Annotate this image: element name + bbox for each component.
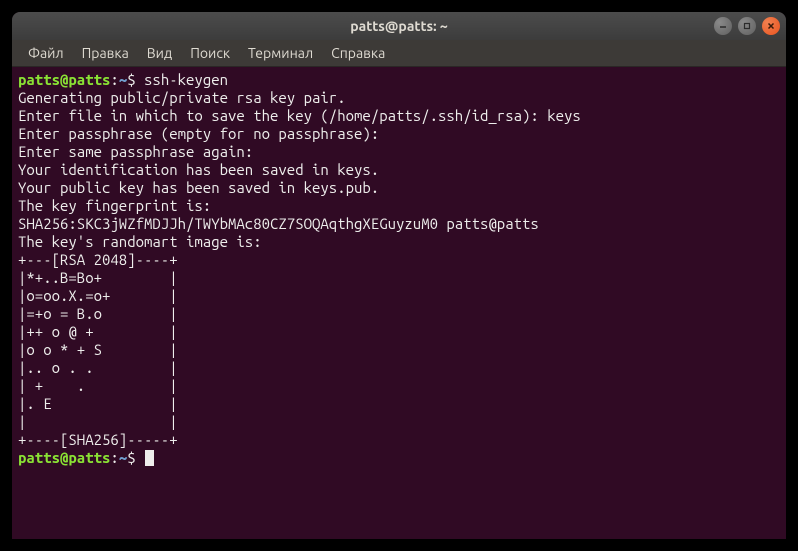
menu-help[interactable]: Справка bbox=[323, 41, 393, 65]
terminal-window: patts@patts: ~ Файл Правка Вид Поиск Тер… bbox=[12, 12, 786, 539]
output-line: Your public key has been saved in keys.p… bbox=[18, 179, 379, 196]
minimize-button[interactable] bbox=[714, 17, 732, 35]
window-controls bbox=[714, 17, 780, 35]
output-line: The key's randomart image is: bbox=[18, 233, 262, 250]
output-line: |o=oo.X.=o+ | bbox=[18, 287, 178, 304]
output-line: +----[SHA256]-----+ bbox=[18, 431, 178, 448]
terminal-body[interactable]: patts@patts:~$ ssh-keygen Generating pub… bbox=[12, 67, 786, 539]
menu-file[interactable]: Файл bbox=[20, 41, 72, 65]
output-line: |*+..B=Bo+ | bbox=[18, 269, 178, 286]
menu-search[interactable]: Поиск bbox=[182, 41, 238, 65]
output-line: Enter same passphrase again: bbox=[18, 143, 253, 160]
close-icon bbox=[767, 22, 775, 30]
minimize-icon bbox=[719, 22, 727, 30]
window-title: patts@patts: ~ bbox=[350, 18, 448, 34]
menu-view[interactable]: Вид bbox=[139, 41, 180, 65]
output-line: Generating public/private rsa key pair. bbox=[18, 89, 346, 106]
menubar: Файл Правка Вид Поиск Терминал Справка bbox=[12, 40, 786, 67]
command-text: ssh-keygen bbox=[144, 71, 228, 88]
output-line: +---[RSA 2048]----+ bbox=[18, 251, 178, 268]
prompt-sep: : bbox=[110, 71, 118, 88]
prompt-path: ~ bbox=[119, 449, 127, 466]
output-line: |o o * + S | bbox=[18, 341, 178, 358]
prompt-user: patts@patts bbox=[18, 449, 110, 466]
output-line: Enter file in which to save the key (/ho… bbox=[18, 107, 581, 124]
prompt-sep: : bbox=[110, 449, 118, 466]
output-line: |=+o = B.o | bbox=[18, 305, 178, 322]
menu-edit[interactable]: Правка bbox=[74, 41, 137, 65]
output-line: The key fingerprint is: bbox=[18, 197, 211, 214]
prompt-user: patts@patts bbox=[18, 71, 110, 88]
output-line: Your identification has been saved in ke… bbox=[18, 161, 379, 178]
maximize-icon bbox=[743, 22, 751, 30]
close-button[interactable] bbox=[762, 17, 780, 35]
output-line: | | bbox=[18, 413, 178, 430]
menu-terminal[interactable]: Терминал bbox=[240, 41, 321, 65]
output-line: |. E | bbox=[18, 395, 178, 412]
output-line: | + . | bbox=[18, 377, 178, 394]
output-line: Enter passphrase (empty for no passphras… bbox=[18, 125, 379, 142]
titlebar: patts@patts: ~ bbox=[12, 12, 786, 40]
maximize-button[interactable] bbox=[738, 17, 756, 35]
prompt-symbol: $ bbox=[127, 71, 135, 88]
output-line: SHA256:SKC3jWZfMDJJh/TWYbMAc80CZ7SOQAqth… bbox=[18, 215, 539, 232]
cursor bbox=[145, 450, 154, 466]
prompt-path: ~ bbox=[119, 71, 127, 88]
prompt-symbol: $ bbox=[127, 449, 135, 466]
output-line: |.. o . . | bbox=[18, 359, 178, 376]
output-line: |++ o @ + | bbox=[18, 323, 178, 340]
